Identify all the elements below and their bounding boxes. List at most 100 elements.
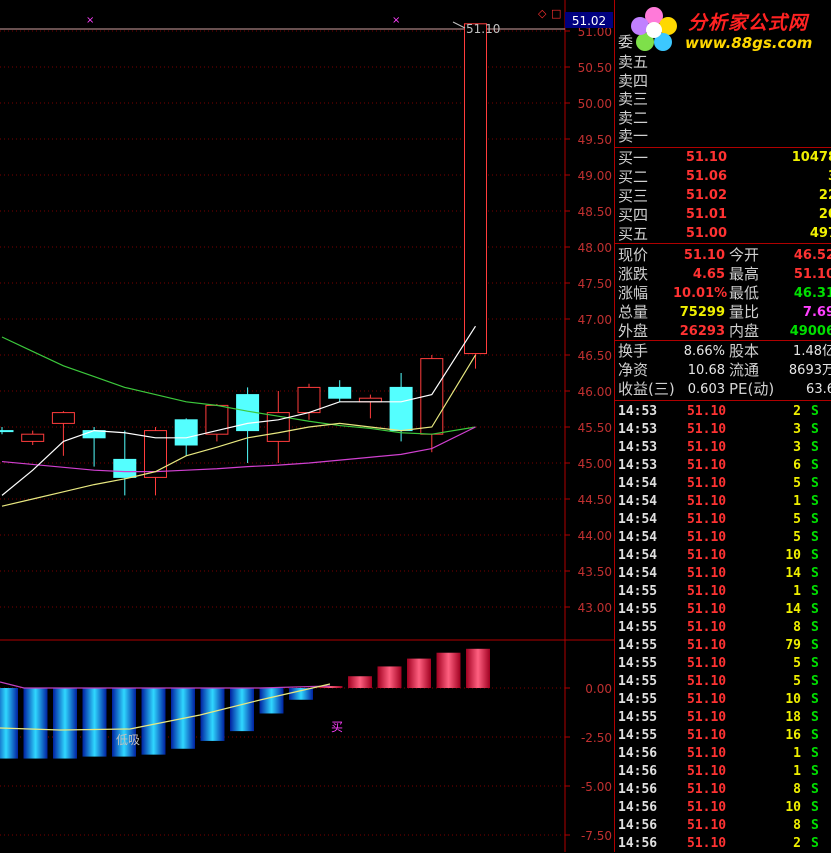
- tick-row: 14:53 51.10 2 S: [615, 403, 831, 421]
- tick-time: 14:55: [618, 674, 658, 689]
- buy-volume: 3: [765, 168, 831, 186]
- tick-volume: 8: [793, 620, 801, 635]
- tick-volume: 1: [793, 746, 801, 761]
- buy-row: 买二 51.06 3: [615, 168, 831, 186]
- price-axis-label: 43.00: [578, 601, 612, 615]
- tick-side: S: [811, 620, 819, 635]
- stat-value: 8.66%: [683, 344, 725, 359]
- tick-volume: 1: [793, 494, 801, 509]
- tick-time: 14:54: [618, 548, 658, 563]
- indicator-axis-label: -7.50: [581, 829, 612, 843]
- stat-value: 1.48亿: [793, 344, 831, 359]
- tick-side: S: [811, 764, 819, 779]
- top-price-pointer: [452, 21, 466, 29]
- price-axis-label: 45.00: [578, 457, 612, 471]
- indicator-bar: [141, 688, 166, 755]
- low-buy-label: 低吸: [116, 733, 140, 747]
- tick-row: 14:54 51.10 14 S: [615, 565, 831, 583]
- tick-row: 14:55 51.10 79 S: [615, 637, 831, 655]
- tick-side: S: [811, 602, 819, 617]
- candle-body: [328, 386, 352, 399]
- stat-label: 净资: [618, 361, 649, 379]
- tick-time: 14:55: [618, 620, 658, 635]
- indicator-bar: [0, 688, 18, 759]
- quote-panel: 分析家公式网 www.88gs.com 委 卖五 卖四 卖三 卖二 卖一 买一 51.10…: [614, 0, 831, 852]
- tick-time: 14:55: [618, 728, 658, 743]
- indicator-axis-label: -5.00: [581, 780, 612, 794]
- sell-row: 卖三: [615, 90, 831, 108]
- buy-row: 买三 51.02 22: [615, 187, 831, 205]
- stat-value: 10.01%: [673, 286, 728, 301]
- tick-side: S: [811, 530, 819, 545]
- price-axis-label: 49.00: [578, 169, 612, 183]
- tick-side: S: [811, 818, 819, 833]
- tick-row: 14:55 51.10 14 S: [615, 601, 831, 619]
- diamond-icon: ◇: [538, 7, 547, 20]
- tick-volume: 5: [793, 656, 801, 671]
- sell-row: 卖一: [615, 127, 831, 145]
- price-axis-label: 48.50: [578, 205, 612, 219]
- square-icon: □: [551, 7, 561, 20]
- tick-volume: 8: [793, 782, 801, 797]
- logo-brand: 分析家公式网: [688, 12, 809, 34]
- orderbook-title: 委: [618, 33, 634, 51]
- tick-row: 14:56 51.10 8 S: [615, 781, 831, 799]
- tick-price: 51.10: [687, 422, 727, 437]
- buy-price: 51.02: [685, 188, 727, 203]
- tick-price: 51.10: [687, 746, 727, 761]
- tick-side: S: [811, 800, 819, 815]
- candle-body: [205, 404, 229, 435]
- tick-row: 14:54 51.10 10 S: [615, 547, 831, 565]
- tick-side: S: [811, 512, 819, 527]
- buy-row: 买一 51.10 10478: [615, 149, 831, 167]
- price-chart[interactable]: 51.0050.5050.0049.5049.0048.5048.0047.50…: [0, 0, 614, 852]
- stat-label: 最低: [729, 284, 760, 302]
- sell-label: 卖一: [618, 127, 649, 145]
- buy-label: 买三: [618, 187, 649, 205]
- sell-row: 卖二: [615, 109, 831, 127]
- tick-volume: 5: [793, 476, 801, 491]
- buy-row: 买四 51.01 20: [615, 206, 831, 224]
- buy-volume: 20: [818, 207, 831, 222]
- tick-row: 14:56 51.10 1 S: [615, 763, 831, 781]
- price-axis-label: 50.00: [578, 97, 612, 111]
- tick-volume: 5: [793, 530, 801, 545]
- candle-body: [113, 458, 137, 478]
- tick-time: 14:55: [618, 692, 658, 707]
- tick-row: 14:53 51.10 3 S: [615, 421, 831, 439]
- stat-value: 46.52: [793, 248, 831, 263]
- tick-time: 14:56: [618, 764, 658, 779]
- indicator-signal-line: [0, 681, 331, 689]
- tick-volume: 79: [785, 638, 801, 653]
- tick-time: 14:56: [618, 818, 658, 833]
- indicator-axis-label: -2.50: [581, 731, 612, 745]
- tick-volume: 16: [785, 728, 801, 743]
- candle-body: [464, 23, 487, 355]
- stat-value: 46.31: [793, 286, 831, 301]
- tick-row: 14:55 51.10 16 S: [615, 727, 831, 745]
- tick-side: S: [811, 710, 819, 725]
- tick-side: S: [811, 692, 819, 707]
- stat-label: 今开: [729, 246, 760, 264]
- tick-price: 51.10: [687, 638, 727, 653]
- stat-label: 外盘: [618, 322, 649, 340]
- tick-side: S: [811, 548, 819, 563]
- sell-row: 卖五: [615, 53, 831, 71]
- stat-label: 内盘: [729, 322, 760, 340]
- candle-body: [389, 386, 413, 432]
- indicator-bar: [82, 688, 107, 757]
- stat-label: 最高: [729, 265, 760, 283]
- stat-value: 8693万: [788, 363, 831, 378]
- tick-row: 14:56 51.10 10 S: [615, 799, 831, 817]
- stat-row: 总量 75299 量比 7.69: [615, 303, 831, 322]
- tick-time: 14:53: [618, 458, 658, 473]
- sell-label: 卖五: [618, 53, 649, 71]
- tick-row: 14:55 51.10 5 S: [615, 673, 831, 691]
- tick-row: 14:54 51.10 5 S: [615, 529, 831, 547]
- candle-body: [297, 386, 321, 414]
- stat-row: 涨跌 4.65 最高 51.10: [615, 265, 831, 284]
- tick-volume: 10: [785, 692, 801, 707]
- indicator-bar: [377, 666, 402, 688]
- price-axis-label: 44.50: [578, 493, 612, 507]
- tick-price: 51.10: [687, 836, 727, 851]
